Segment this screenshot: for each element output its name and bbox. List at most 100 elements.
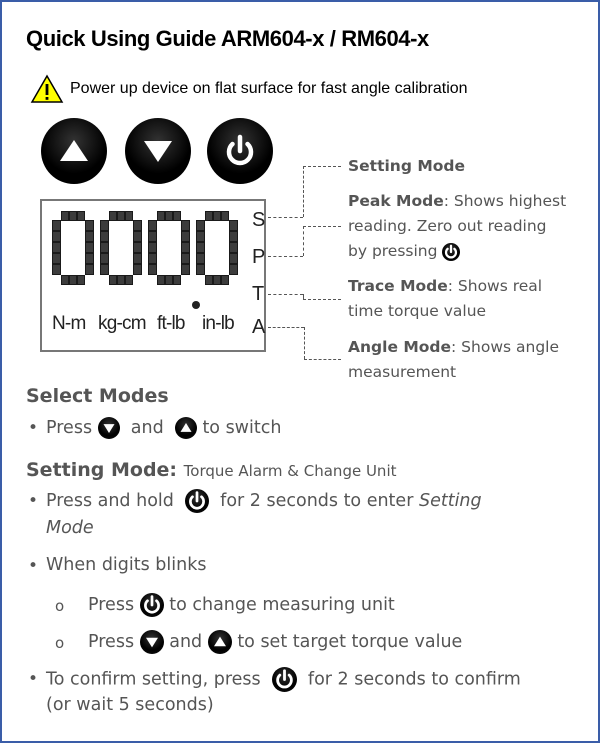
setting-substep-unit: Press to change measuring unit: [88, 593, 395, 617]
peak-mode-desc: Peak Mode: Shows highest reading. Zero o…: [348, 192, 567, 261]
up-button-icon: [174, 417, 197, 439]
lcd-segment: [117, 275, 125, 285]
power-icon: [226, 134, 254, 166]
lcd-segment: [52, 253, 61, 264]
lcd-segment: [181, 264, 190, 275]
lcd-segment: [229, 242, 238, 253]
sub-bullet: o: [55, 634, 65, 652]
lcd-segment: [77, 211, 85, 221]
lcd-segment: [157, 211, 165, 221]
lcd-segment: [181, 253, 190, 264]
lcd-segment: [85, 231, 94, 242]
connector-p-v: [303, 226, 304, 256]
lcd-segment: [77, 275, 85, 285]
lcd-segment: [221, 211, 229, 221]
lcd-segment: [100, 264, 109, 275]
unit-kgcm: kg-cm: [98, 313, 147, 334]
power-button[interactable]: [207, 118, 273, 184]
lcd-segment: [133, 242, 142, 253]
lcd-segment: [109, 211, 117, 221]
lcd-display: S P T A N-m kg-cm ft-lb in-lb: [40, 199, 266, 352]
trace-mode-desc: Trace Mode: Shows real time torque value: [348, 277, 543, 320]
bullet: •: [28, 556, 39, 576]
lcd-segment: [229, 231, 238, 242]
setting-mode-label: Setting Mode: [348, 157, 466, 175]
connector-a-h: [304, 359, 341, 360]
lcd-segment: [85, 220, 94, 231]
lcd-segment: [196, 242, 205, 253]
lcd-segment: [109, 275, 117, 285]
up-button[interactable]: [41, 118, 107, 184]
triangle-up-icon: [60, 140, 88, 161]
warning-text: Power up device on flat surface for fast…: [70, 80, 468, 97]
connector-p: [268, 256, 303, 257]
lcd-segment: [181, 242, 190, 253]
peak-mode-title: Peak Mode: [348, 192, 444, 210]
lcd-segment: [61, 275, 69, 285]
mode-letter-a: A: [252, 316, 266, 338]
lcd-segment: [229, 264, 238, 275]
setting-step-blink: When digits blinks: [46, 555, 207, 575]
lcd-segment: [85, 242, 94, 253]
lcd-segment: [69, 211, 77, 221]
lcd-segment: [221, 275, 229, 285]
connector-s: [268, 217, 303, 218]
bullet: •: [28, 418, 39, 438]
lcd-segment: [52, 264, 61, 275]
lcd-segment: [148, 231, 157, 242]
lcd-segment: [100, 231, 109, 242]
lcd-segment: [52, 231, 61, 242]
connector-p-h: [303, 226, 341, 227]
lcd-segment: [165, 211, 173, 221]
select-modes-heading: Select Modes: [26, 385, 169, 407]
connector-s-v: [303, 166, 304, 217]
down-button[interactable]: [125, 118, 191, 184]
setting-mode-heading: Setting Mode: Torque Alarm & Change Unit: [26, 459, 397, 481]
power-icon: [139, 593, 164, 617]
mode-letter-s: S: [252, 209, 266, 231]
lcd-segment: [213, 275, 221, 285]
setting-step-confirm-cont: (or wait 5 seconds): [46, 695, 214, 715]
bullet: •: [28, 669, 39, 689]
lcd-segment: [173, 275, 181, 285]
unit-nm: N-m: [52, 313, 86, 334]
triangle-down-icon: [144, 141, 172, 162]
mode-letter-t: T: [252, 283, 265, 305]
setting-step-confirm: To confirm setting, press for 2 seconds …: [46, 667, 521, 692]
unit-ftlb: ft-lb: [157, 313, 185, 334]
unit-inlb: in-lb: [202, 313, 235, 334]
power-icon: [442, 242, 461, 261]
setting-step-enter-cont: Mode: [46, 518, 94, 538]
lcd-segment: [117, 211, 125, 221]
lcd-segment: [165, 275, 173, 285]
setting-substep-target: Press and to set target torque value: [88, 630, 463, 654]
lcd-segment: [133, 264, 142, 275]
lcd-segment: [196, 264, 205, 275]
lcd-segment: [205, 275, 213, 285]
up-button-icon: [207, 630, 232, 654]
down-button-icon: [139, 630, 164, 654]
lcd-segment: [85, 264, 94, 275]
lcd-segment: [196, 231, 205, 242]
lcd-segment: [229, 220, 238, 231]
page-title: Quick Using Guide ARM604-x / RM604-x: [26, 26, 429, 51]
lcd-segment: [100, 242, 109, 253]
lcd-segment: [157, 275, 165, 285]
bullet: •: [28, 491, 39, 511]
power-icon: [185, 489, 210, 513]
down-button-icon: [97, 417, 120, 439]
lcd-segment: [205, 211, 213, 221]
decimal-point: [192, 301, 200, 309]
connector-a: [268, 327, 304, 328]
angle-mode-desc: Angle Mode: Shows angle measurement: [348, 338, 560, 381]
trace-mode-title: Trace Mode: [348, 277, 448, 295]
lcd-segment: [133, 231, 142, 242]
lcd-segment: [148, 264, 157, 275]
lcd-segment: [125, 275, 133, 285]
lcd-segment: [196, 220, 205, 231]
lcd-segment: [181, 231, 190, 242]
lcd-segment: [148, 220, 157, 231]
lcd-segment: [181, 220, 190, 231]
lcd-segment: [148, 253, 157, 264]
mode-letter-p: P: [252, 246, 266, 268]
